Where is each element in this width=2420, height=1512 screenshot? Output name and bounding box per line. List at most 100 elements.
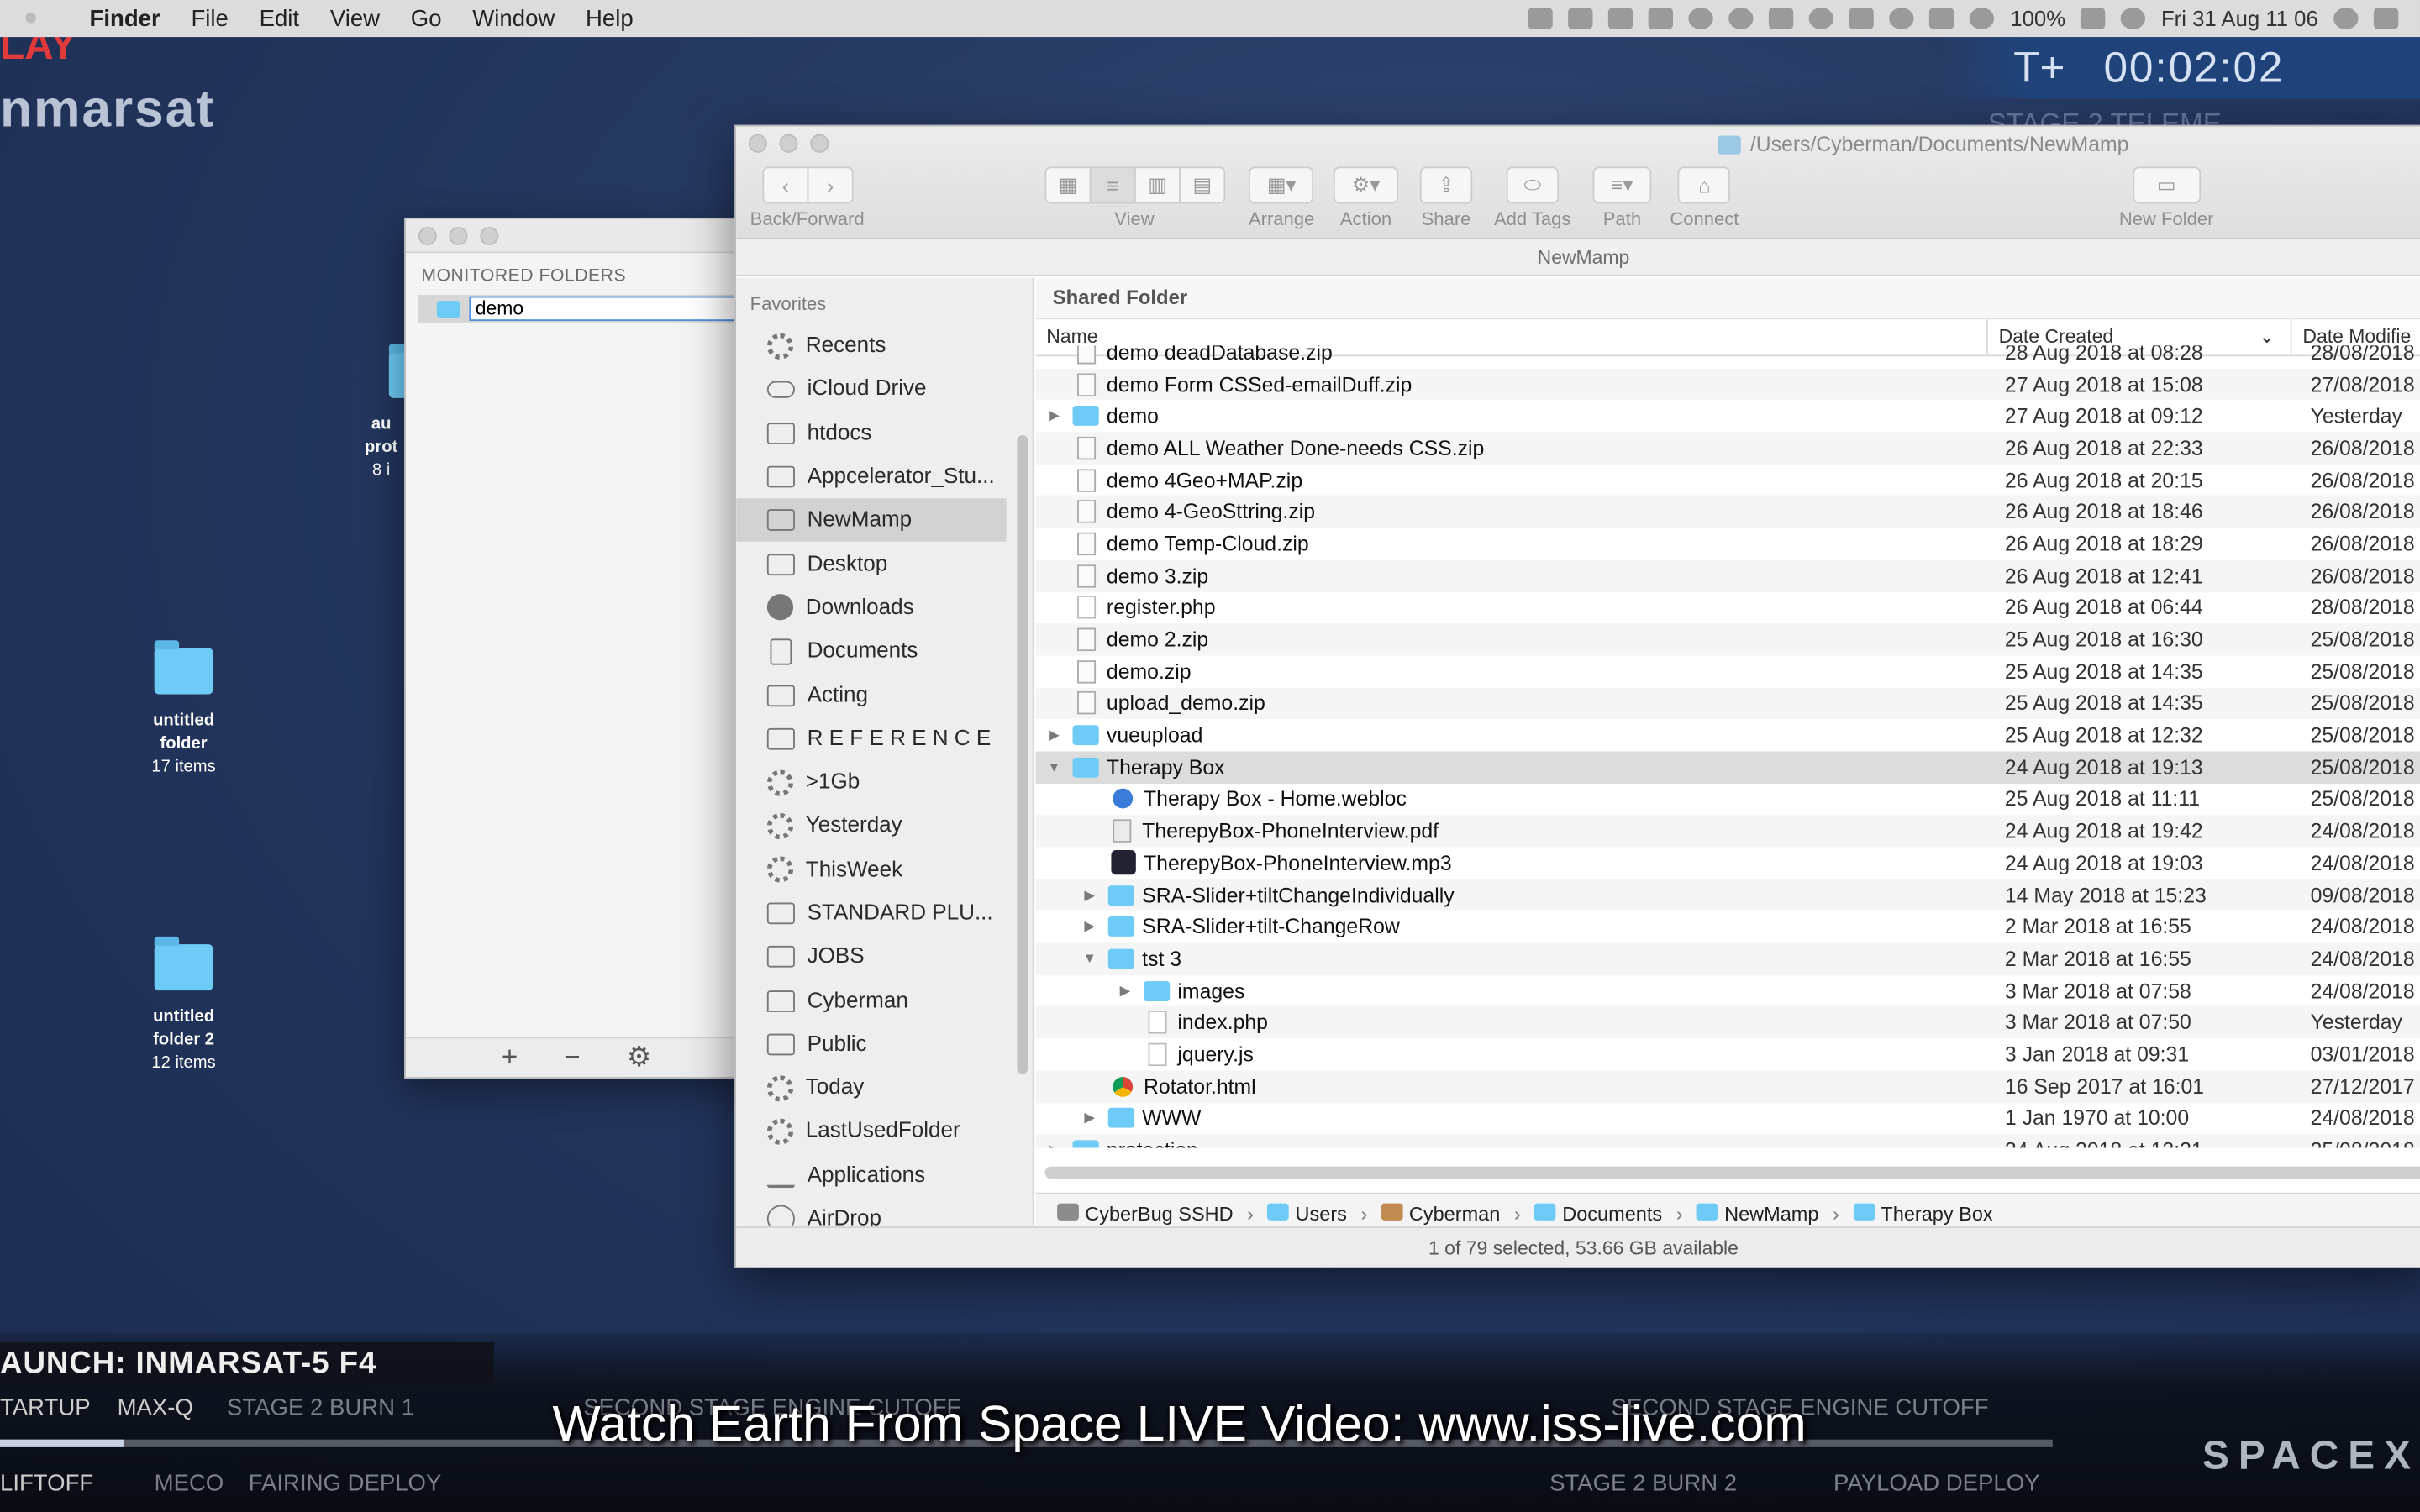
arrange-button[interactable]: ▦▾	[1249, 166, 1314, 204]
action-gear-button[interactable]: ⚙▾	[1333, 166, 1399, 204]
gallery-view-button[interactable]: ▤	[1179, 166, 1226, 204]
path-button[interactable]: ≡▾	[1592, 166, 1652, 204]
desktop-folder-untitled[interactable]: untitled folder 17 items	[122, 640, 245, 779]
file-row[interactable]: demo 2.zip 25 Aug 2018 at 16:30 25/08/2018	[1035, 623, 2420, 656]
file-row[interactable]: Rotator.html 16 Sep 2017 at 16:01 27/12/20…	[1035, 1070, 2420, 1103]
disclosure-triangle-icon[interactable]: ▼	[1081, 951, 1099, 966]
status-box-icon[interactable]	[1608, 8, 1634, 29]
file-row[interactable]: demo ALL Weather Done-needs CSS.zip 26 Au…	[1035, 432, 2420, 465]
file-row[interactable]: demo 3.zip 26 Aug 2018 at 12:41 26/08/2018	[1035, 559, 2420, 592]
sidebar-item[interactable]: Applications	[736, 1153, 1033, 1197]
path-bar-item[interactable]: NewMamp	[1697, 1201, 1818, 1224]
status-clock-icon[interactable]	[1809, 8, 1834, 29]
sidebar-item[interactable]: Recents	[736, 324, 1033, 368]
disclosure-triangle-icon[interactable]: ▶	[1081, 918, 1099, 935]
monitored-folder-row[interactable]: demo	[418, 294, 774, 323]
disclosure-triangle-icon[interactable]: ▶	[1044, 407, 1063, 424]
desktop-folder-untitled-2[interactable]: untitled folder 2 12 items	[122, 936, 245, 1075]
sidebar-scrollbar[interactable]	[1017, 434, 1028, 1074]
battery-percent[interactable]: 100%	[2010, 6, 2065, 30]
disclosure-triangle-icon[interactable]: ▼	[1044, 759, 1063, 774]
sidebar-item[interactable]: Appcelerator_Stu...	[736, 455, 1033, 499]
file-row[interactable]: Therapy Box - Home.webloc 25 Aug 2018 at …	[1035, 783, 2420, 815]
apple-menu-icon[interactable]: ●	[0, 5, 61, 33]
sidebar-item[interactable]: ThisWeek	[736, 848, 1033, 891]
close-button[interactable]	[418, 226, 437, 246]
file-row[interactable]: ▼ Therapy Box 24 Aug 2018 at 19:13 25/08/20…	[1035, 751, 2420, 784]
menu-app-name[interactable]: Finder	[61, 5, 176, 31]
menu-file[interactable]: File	[176, 5, 244, 31]
path-bar-item[interactable]: CyberBug SSHD	[1057, 1201, 1234, 1224]
file-row[interactable]: ▶ images 3 Mar 2018 at 07:58 24/08/2018	[1035, 974, 2420, 1006]
disclosure-triangle-icon[interactable]: ▶	[1081, 886, 1099, 903]
path-bar-item[interactable]: Documents	[1534, 1201, 1662, 1224]
battery-icon[interactable]	[2081, 8, 2106, 29]
file-row[interactable]: demo 4Geo+MAP.zip 26 Aug 2018 at 20:15 26/…	[1035, 464, 2420, 496]
window-titlebar[interactable]	[406, 218, 774, 254]
file-row[interactable]: demo.zip 25 Aug 2018 at 14:35 25/08/2018	[1035, 655, 2420, 687]
sidebar-item[interactable]: Acting	[736, 674, 1033, 717]
file-row[interactable]: demo Temp-Cloud.zip 26 Aug 2018 at 18:29 2…	[1035, 528, 2420, 559]
disclosure-triangle-icon[interactable]: ▶	[1044, 727, 1063, 743]
file-row[interactable]: ▶ protection 24 Aug 2018 at 12:2125/08/201…	[1035, 1134, 2420, 1148]
sidebar-item[interactable]: STANDARD PLU...	[736, 891, 1033, 935]
file-row[interactable]: ▶ demo 27 Aug 2018 at 09:12 Yesterday	[1035, 400, 2420, 432]
disclosure-triangle-icon[interactable]: ▶	[1081, 1110, 1099, 1126]
folder-name-input[interactable]: demo	[469, 296, 774, 322]
gear-icon[interactable]: ⚙	[627, 1042, 652, 1074]
sidebar-item[interactable]: Today	[736, 1066, 1033, 1110]
notification-center-icon[interactable]	[2373, 8, 2399, 29]
file-row[interactable]: demo deadDatabase.zip 28 Aug 2018 at 08:2…	[1035, 345, 2420, 368]
list-view-button[interactable]: ≡	[1089, 166, 1136, 204]
zoom-button[interactable]	[810, 134, 829, 153]
file-row[interactable]: register.php 26 Aug 2018 at 06:44 28/08/20…	[1035, 591, 2420, 623]
disclosure-triangle-icon[interactable]: ▶	[1044, 1142, 1063, 1147]
status-tool-icon[interactable]	[1528, 8, 1554, 29]
menu-window[interactable]: Window	[457, 5, 571, 31]
menu-go[interactable]: Go	[395, 5, 456, 31]
sidebar-item[interactable]: >1Gb	[736, 760, 1033, 804]
file-row[interactable]: ▶ SRA-Slider+tilt-ChangeRow 2 Mar 2018 at …	[1035, 911, 2420, 942]
menu-help[interactable]: Help	[571, 5, 649, 31]
minimize-button[interactable]	[779, 134, 798, 153]
file-row[interactable]: index.php 3 Mar 2018 at 07:50 Yesterday	[1035, 1006, 2420, 1039]
status-drive-icon[interactable]	[1649, 8, 1674, 29]
sidebar-item[interactable]: LastUsedFolder	[736, 1110, 1033, 1153]
sidebar-item[interactable]: Desktop	[736, 543, 1033, 586]
icon-view-button[interactable]: ▦	[1044, 166, 1092, 204]
menu-edit[interactable]: Edit	[244, 5, 314, 31]
file-row[interactable]: TherepyBox-PhoneInterview.mp3 24 Aug 2018…	[1035, 847, 2420, 879]
path-bar-item[interactable]: Cyberman	[1381, 1201, 1500, 1224]
sidebar-item[interactable]: JOBS	[736, 935, 1033, 979]
file-row[interactable]: jquery.js 3 Jan 2018 at 09:31 03/01/2018	[1035, 1038, 2420, 1070]
forward-button[interactable]: ›	[807, 166, 854, 204]
file-row[interactable]: TherepyBox-PhoneInterview.pdf 24 Aug 2018…	[1035, 815, 2420, 848]
file-row[interactable]: ▼ tst 3 2 Mar 2018 at 16:55 24/08/2018	[1035, 942, 2420, 975]
disclosure-triangle-icon[interactable]: ▶	[1116, 982, 1134, 999]
airplay-icon[interactable]	[1849, 8, 1875, 29]
remove-folder-button[interactable]: −	[564, 1042, 580, 1074]
sidebar-item[interactable]: AirDrop	[736, 1197, 1033, 1230]
status-toggle-icon[interactable]	[1569, 8, 1594, 29]
sidebar-item[interactable]: htdocs	[736, 412, 1033, 455]
minimize-button[interactable]	[449, 226, 468, 246]
path-bar-item[interactable]: Therapy Box	[1853, 1201, 1993, 1224]
sidebar-item[interactable]: Yesterday	[736, 804, 1033, 848]
share-button[interactable]: ⇪	[1419, 166, 1473, 204]
column-view-button[interactable]: ▥	[1134, 166, 1181, 204]
time-machine-icon[interactable]	[1890, 8, 1915, 29]
volume-icon[interactable]	[2121, 8, 2146, 29]
menu-view[interactable]: View	[314, 5, 395, 31]
status-sync-icon[interactable]	[1689, 8, 1714, 29]
sidebar-item[interactable]: Downloads	[736, 586, 1033, 630]
file-row[interactable]: ▶ WWW 1 Jan 1970 at 10:00 24/08/2018	[1035, 1102, 2420, 1134]
horizontal-scrollbar[interactable]	[1044, 1166, 2420, 1179]
file-row[interactable]: demo Form CSSed-emailDuff.zip 27 Aug 2018…	[1035, 368, 2420, 401]
status-display-icon[interactable]	[1769, 8, 1795, 29]
new-folder-button[interactable]: ▭	[2132, 166, 2201, 204]
back-button[interactable]: ‹	[762, 166, 809, 204]
file-row[interactable]: ▶ SRA-Slider+tiltChangeIndividually 14 May…	[1035, 879, 2420, 911]
sidebar-item[interactable]: Cyberman	[736, 979, 1033, 1022]
spotlight-icon[interactable]	[2333, 8, 2359, 29]
file-row[interactable]: upload_demo.zip 25 Aug 2018 at 14:35 25/08…	[1035, 687, 2420, 720]
